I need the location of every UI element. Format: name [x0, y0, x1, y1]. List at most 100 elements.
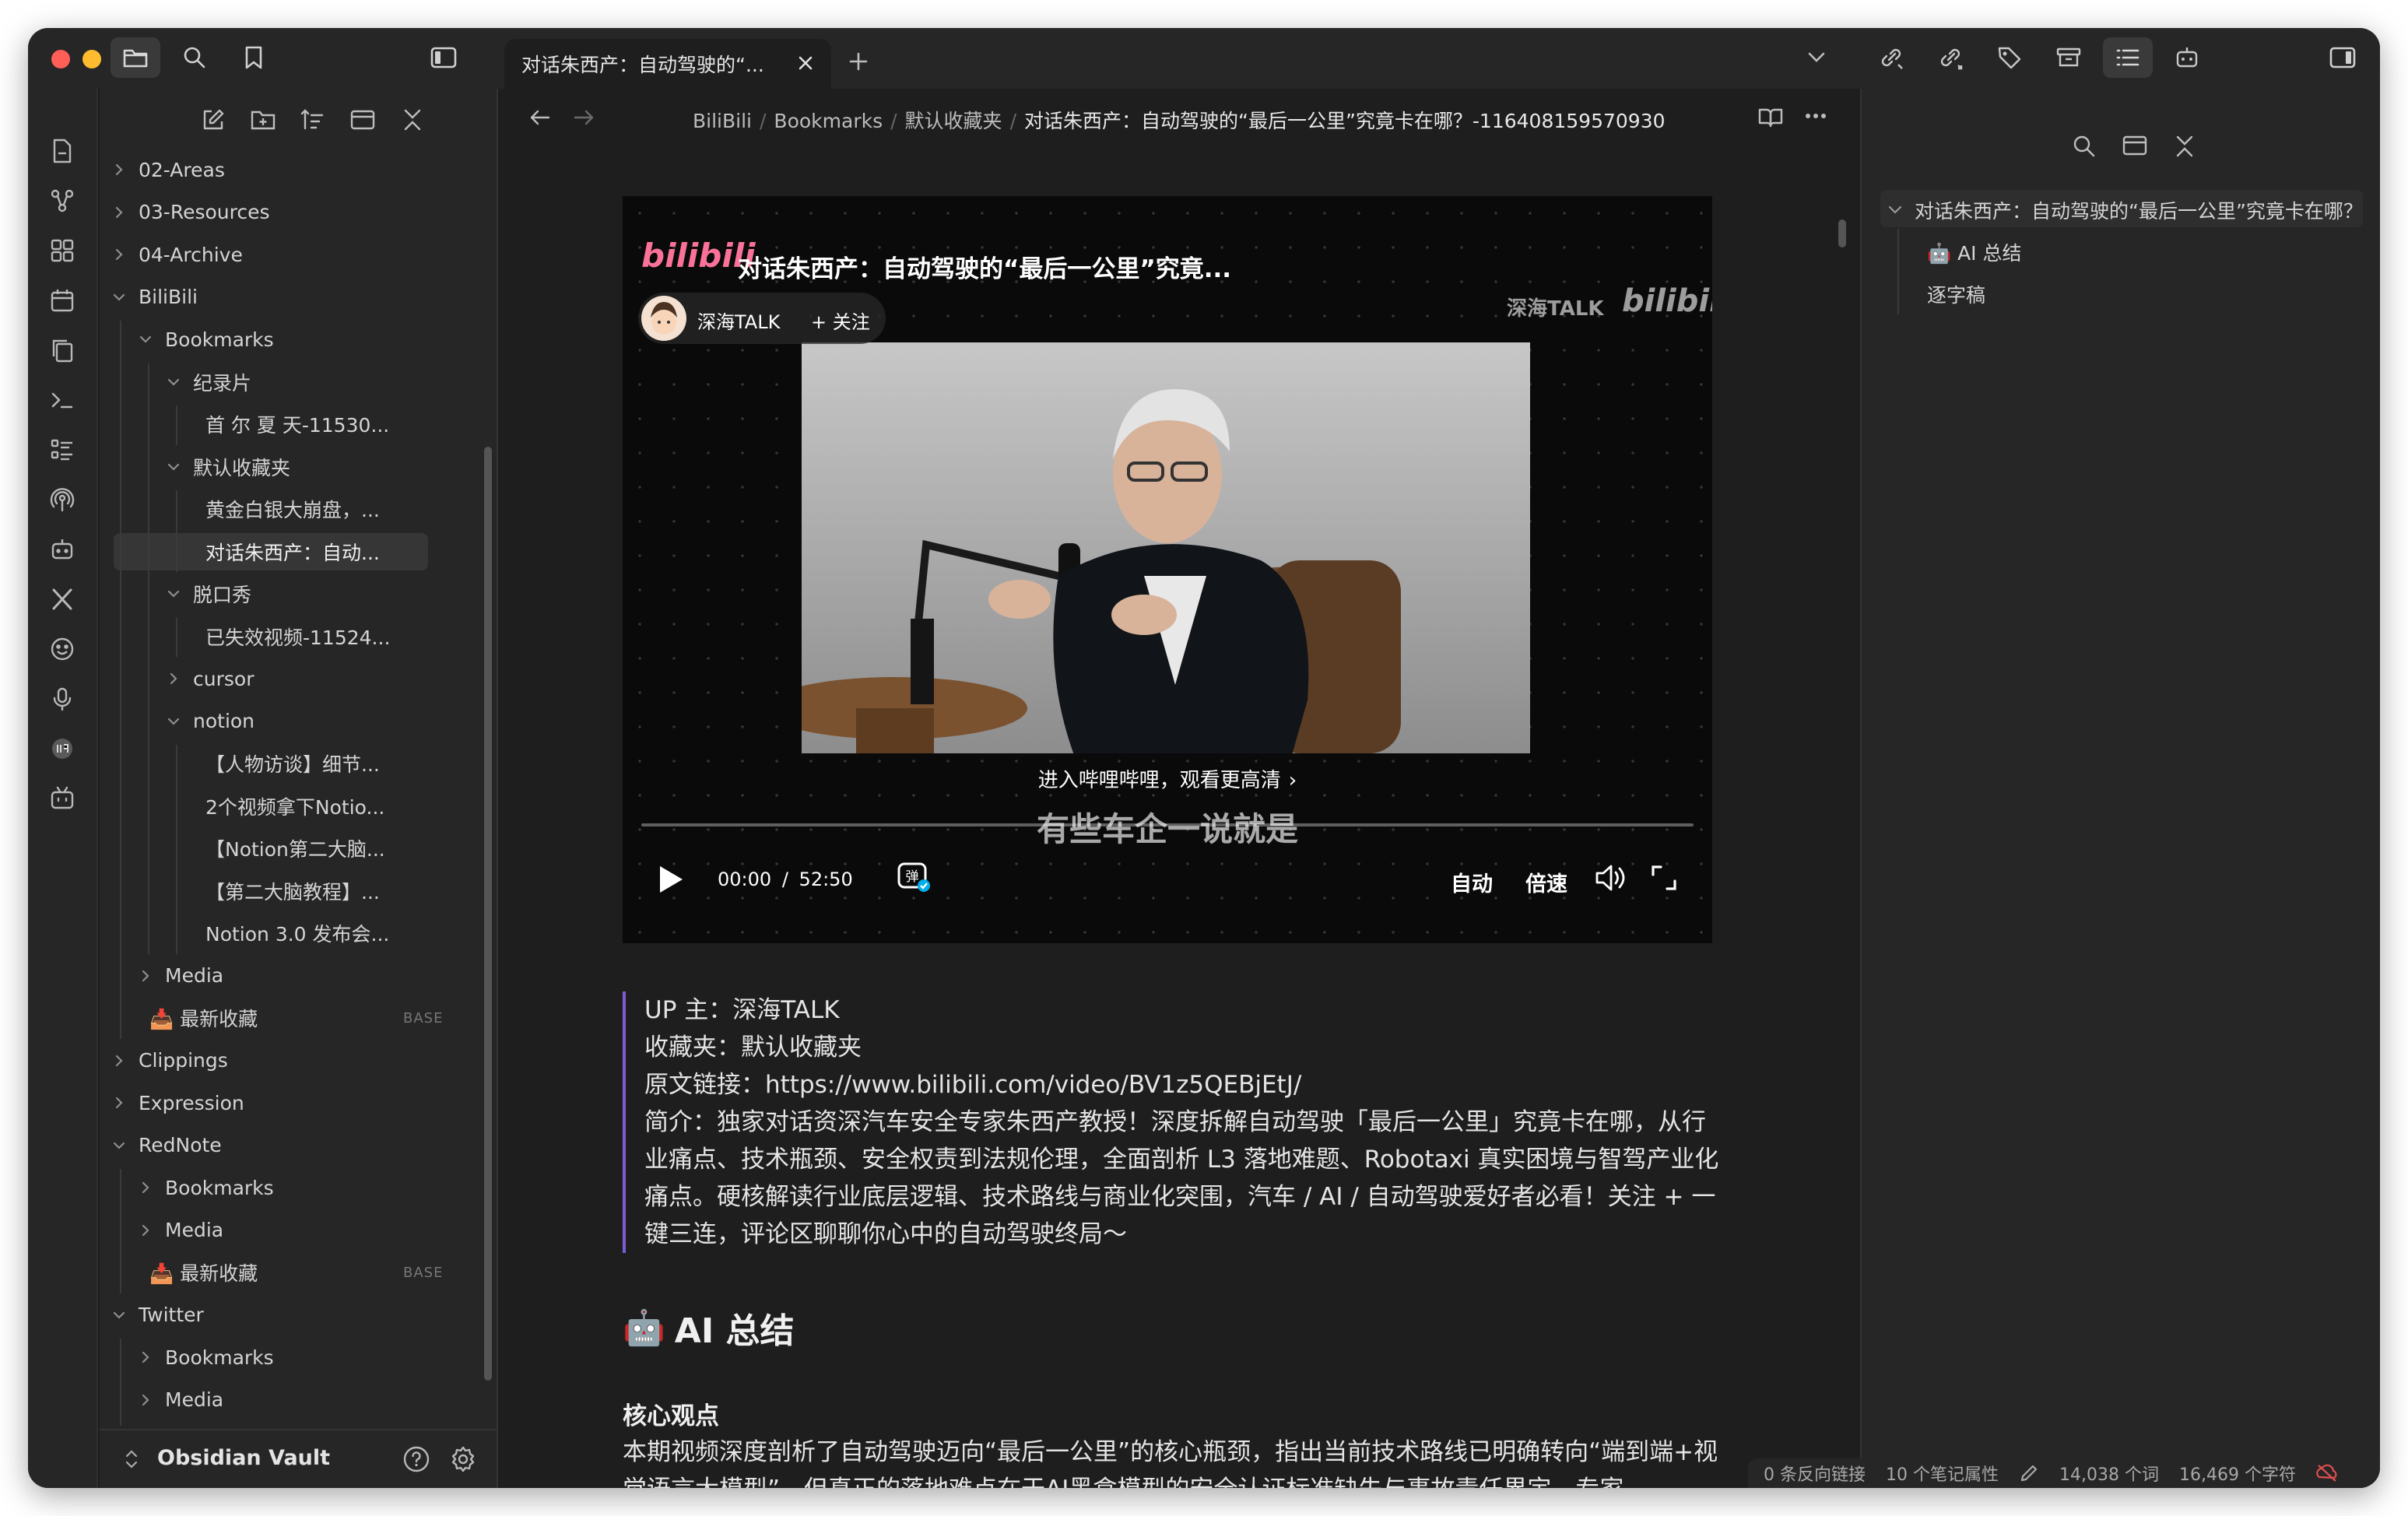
- outline-collapse-button[interactable]: [2173, 134, 2196, 159]
- tab-active-note[interactable]: 对话朱西产：自动驾驶的“...: [504, 39, 831, 89]
- status-properties[interactable]: 10 个笔记属性: [1886, 1461, 1999, 1486]
- outline-item-ai-summary[interactable]: 🤖 AI 总结: [1927, 238, 2022, 266]
- quote-line-link[interactable]: 原文链接：https://www.bilibili.com/video/BV1z…: [644, 1066, 1728, 1104]
- tree-chevron[interactable]: [163, 457, 184, 477]
- outline-item-transcript[interactable]: 逐字稿: [1927, 280, 1985, 308]
- tree-file[interactable]: 对话朱西产：自动...: [114, 532, 428, 570]
- breadcrumb-item-bilibili[interactable]: BiliBili: [693, 110, 752, 132]
- tree-folder[interactable]: BiliBili: [109, 279, 198, 316]
- ribbon-command-palette[interactable]: [47, 384, 78, 416]
- tree-folder[interactable]: RedNote: [109, 1127, 222, 1164]
- ribbon-templates[interactable]: [47, 335, 78, 366]
- tree-folder[interactable]: Twitter: [109, 1297, 204, 1334]
- auto-reveal-button[interactable]: [347, 104, 378, 135]
- tree-chevron[interactable]: [135, 1177, 156, 1198]
- search-button[interactable]: [170, 37, 219, 78]
- toggle-left-sidebar-button[interactable]: [419, 37, 469, 78]
- tree-chevron[interactable]: [109, 244, 129, 265]
- ribbon-canvas[interactable]: [47, 235, 78, 266]
- tree-folder[interactable]: 02-Areas: [109, 151, 225, 188]
- tree-file[interactable]: 首 尔 夏 天-11530...: [191, 405, 389, 443]
- bookmarks-button[interactable]: [229, 37, 279, 78]
- tree-chevron[interactable]: [109, 160, 129, 180]
- tree-folder[interactable]: Media: [135, 1212, 223, 1249]
- tags-button[interactable]: [1985, 37, 2034, 78]
- ribbon-voice[interactable]: [47, 683, 78, 714]
- tree-file[interactable]: 📥 最新收藏: [135, 1254, 258, 1291]
- outline-auto-expand-button[interactable]: [2122, 134, 2148, 157]
- tree-file[interactable]: 📥 最新收藏: [135, 1423, 258, 1426]
- sync-status[interactable]: [2316, 1463, 2338, 1483]
- file-tree-scrollbar[interactable]: [484, 447, 492, 1381]
- toggle-right-sidebar-button[interactable]: [2318, 37, 2368, 78]
- outline-search-button[interactable]: [2072, 134, 2097, 159]
- follow-button[interactable]: + 关注: [811, 307, 870, 334]
- tree-folder[interactable]: 脱口秀: [163, 575, 251, 612]
- tree-file[interactable]: 【Notion第二大脑...: [191, 830, 385, 867]
- ribbon-new-note[interactable]: [47, 135, 78, 167]
- tree-file[interactable]: 2个视频拿下Notio...: [191, 788, 384, 825]
- tree-folder[interactable]: 04-Archive: [109, 236, 243, 273]
- quality-button[interactable]: 自动: [1451, 867, 1493, 897]
- tree-folder[interactable]: Bookmarks: [135, 1339, 274, 1376]
- ribbon-bases[interactable]: [47, 434, 78, 465]
- tree-folder[interactable]: 03-Resources: [109, 194, 270, 231]
- sort-button[interactable]: [297, 104, 328, 135]
- navigate-forward-button[interactable]: [573, 107, 595, 128]
- playback-speed-button[interactable]: 倍速: [1525, 867, 1567, 897]
- ribbon-twitter[interactable]: [47, 584, 78, 615]
- tree-chevron[interactable]: [109, 1135, 129, 1156]
- tree-folder[interactable]: Media: [135, 1381, 223, 1419]
- ribbon-graph[interactable]: [47, 185, 78, 216]
- tree-folder[interactable]: 默认收藏夹: [163, 448, 290, 486]
- new-tab-button[interactable]: [839, 42, 878, 81]
- status-edit-mode[interactable]: [2019, 1463, 2039, 1483]
- tree-folder[interactable]: Clippings: [109, 1042, 228, 1079]
- tree-chevron[interactable]: [109, 1051, 129, 1071]
- ribbon-emoji[interactable]: [47, 633, 78, 665]
- status-backlinks[interactable]: 0 条反向链接: [1764, 1461, 1866, 1486]
- vault-name[interactable]: Obsidian Vault: [157, 1446, 330, 1470]
- tree-chevron[interactable]: [109, 202, 129, 223]
- tree-folder[interactable]: Bookmarks: [135, 321, 274, 358]
- tree-folder[interactable]: 纪录片: [163, 363, 251, 401]
- tree-folder[interactable]: Media: [135, 957, 223, 995]
- file-explorer-button[interactable]: [111, 37, 160, 78]
- navigate-back-button[interactable]: [529, 107, 551, 128]
- reading-view-button[interactable]: [1757, 106, 1784, 129]
- ribbon-podcast[interactable]: [47, 484, 78, 515]
- breadcrumb-item-default-folder[interactable]: 默认收藏夹: [905, 110, 1002, 132]
- tree-chevron[interactable]: [135, 1390, 156, 1410]
- progress-bar[interactable]: [641, 823, 1694, 826]
- ribbon-bilibili[interactable]: [47, 783, 78, 814]
- backlinks-button[interactable]: [1866, 37, 1916, 78]
- tree-folder[interactable]: Bookmarks: [135, 1169, 274, 1206]
- new-folder-button[interactable]: [247, 104, 279, 135]
- tree-chevron[interactable]: [135, 966, 156, 986]
- settings-button[interactable]: [448, 1444, 478, 1474]
- play-button[interactable]: [657, 864, 685, 895]
- tree-chevron[interactable]: [109, 1305, 129, 1325]
- collapse-all-button[interactable]: [397, 104, 428, 135]
- tree-chevron[interactable]: [163, 584, 184, 604]
- tree-chevron[interactable]: [163, 711, 184, 732]
- tree-chevron[interactable]: [163, 669, 184, 689]
- outgoing-links-button[interactable]: [1925, 37, 1975, 78]
- ai-assistant-button[interactable]: [2162, 37, 2212, 78]
- minimize-window-button[interactable]: [82, 50, 101, 68]
- tree-file[interactable]: 【第二大脑教程】...: [191, 872, 380, 910]
- ribbon-copilot[interactable]: [47, 534, 78, 565]
- help-button[interactable]: [402, 1444, 431, 1474]
- breadcrumb-item-bookmarks[interactable]: Bookmarks: [774, 110, 883, 132]
- tab-list-dropdown[interactable]: [1792, 37, 1841, 78]
- outline-item-title[interactable]: 对话朱西产：自动驾驶的“最后一公里”究竟卡在哪？: [1887, 196, 2363, 224]
- uploader-avatar[interactable]: [641, 296, 686, 341]
- fullscreen-button[interactable]: [1650, 864, 1678, 892]
- tree-chevron[interactable]: [135, 329, 156, 349]
- tree-file[interactable]: 已失效视频-11524...: [191, 618, 390, 655]
- tab-close-button[interactable]: [794, 51, 817, 75]
- volume-button[interactable]: [1594, 862, 1628, 893]
- tree-folder[interactable]: notion: [163, 703, 254, 740]
- ribbon-rednote[interactable]: [47, 733, 78, 764]
- uploader-name[interactable]: 深海TALK: [697, 307, 780, 334]
